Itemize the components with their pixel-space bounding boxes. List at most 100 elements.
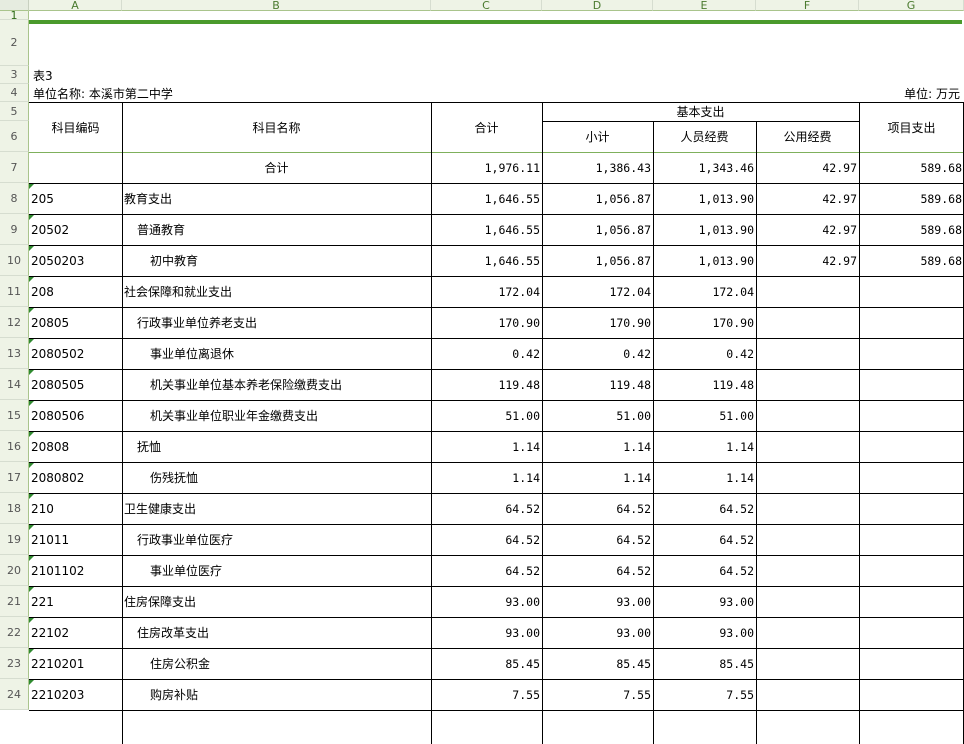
cell-personnel[interactable]: 93.00 <box>653 586 756 617</box>
cell-public[interactable] <box>756 617 859 648</box>
cell-name[interactable]: 事业单位离退休 <box>122 338 431 369</box>
cell-name[interactable]: 抚恤 <box>122 431 431 462</box>
cell-project[interactable] <box>859 338 964 369</box>
cell-total[interactable]: 93.00 <box>431 617 542 648</box>
cell-project[interactable] <box>859 555 964 586</box>
cell-personnel[interactable]: 1.14 <box>653 431 756 462</box>
cell-project[interactable] <box>859 586 964 617</box>
cell-name[interactable]: 事业单位医疗 <box>122 555 431 586</box>
cell-total[interactable]: 7.55 <box>431 679 542 710</box>
row-header-24[interactable]: 24 <box>0 679 29 710</box>
row-header-14[interactable]: 14 <box>0 369 29 400</box>
cell-total[interactable]: 1.14 <box>431 431 542 462</box>
cell-personnel[interactable]: 64.52 <box>653 555 756 586</box>
cell-subtotal[interactable]: 1.14 <box>542 462 653 493</box>
cell-subtotal[interactable]: 64.52 <box>542 524 653 555</box>
cell-name[interactable]: 卫生健康支出 <box>122 493 431 524</box>
cell-project[interactable]: 589.68 <box>859 183 964 214</box>
cell-personnel[interactable]: 1.14 <box>653 462 756 493</box>
row-header-3[interactable]: 3 <box>0 66 29 84</box>
row-header-4[interactable]: 4 <box>0 84 29 102</box>
cell-personnel[interactable]: 1,013.90 <box>653 214 756 245</box>
cell-personnel[interactable]: 1,343.46 <box>653 152 756 183</box>
row-header-12[interactable]: 12 <box>0 307 29 338</box>
cell-project[interactable] <box>859 648 964 679</box>
cell-personnel[interactable]: 172.04 <box>653 276 756 307</box>
cell-personnel[interactable]: 170.90 <box>653 307 756 338</box>
cell-public[interactable]: 42.97 <box>756 245 859 276</box>
cell-subtotal[interactable]: 93.00 <box>542 617 653 648</box>
cell-subtotal[interactable]: 1,056.87 <box>542 245 653 276</box>
cell-total[interactable]: 85.45 <box>431 648 542 679</box>
sheet-title[interactable]: 支出预算总表 <box>29 20 962 24</box>
cell-project[interactable] <box>859 307 964 338</box>
cell-total[interactable]: 170.90 <box>431 307 542 338</box>
cell-code[interactable]: 21011 <box>29 524 122 555</box>
cell-subtotal[interactable]: 85.45 <box>542 648 653 679</box>
cell-subtotal[interactable]: 64.52 <box>542 493 653 524</box>
cell-public[interactable] <box>756 586 859 617</box>
cell-public[interactable] <box>756 462 859 493</box>
cell-personnel[interactable]: 51.00 <box>653 400 756 431</box>
cell-project[interactable]: 589.68 <box>859 152 964 183</box>
cell-name[interactable]: 初中教育 <box>122 245 431 276</box>
cell-subtotal[interactable]: 170.90 <box>542 307 653 338</box>
cell-total[interactable]: 1.14 <box>431 462 542 493</box>
row-header-6[interactable]: 6 <box>0 121 29 152</box>
cell-subtotal[interactable]: 7.55 <box>542 679 653 710</box>
cell-total[interactable]: 172.04 <box>431 276 542 307</box>
cell-personnel[interactable]: 1,013.90 <box>653 183 756 214</box>
cell-name[interactable]: 住房改革支出 <box>122 617 431 648</box>
cell-public[interactable] <box>756 679 859 710</box>
cell-subtotal[interactable]: 172.04 <box>542 276 653 307</box>
cell-public[interactable] <box>756 648 859 679</box>
cell-code[interactable]: 2210201 <box>29 648 122 679</box>
cell-public[interactable]: 42.97 <box>756 183 859 214</box>
cell-personnel[interactable]: 93.00 <box>653 617 756 648</box>
cell-total[interactable]: 1,646.55 <box>431 183 542 214</box>
column-header-g[interactable]: G <box>859 0 964 11</box>
column-header-e[interactable]: E <box>653 0 756 11</box>
row-header-19[interactable]: 19 <box>0 524 29 555</box>
cell-total[interactable]: 0.42 <box>431 338 542 369</box>
row-header-1[interactable]: 1 <box>0 9 29 22</box>
cell-project[interactable] <box>859 400 964 431</box>
cell-subtotal[interactable]: 119.48 <box>542 369 653 400</box>
cell-personnel[interactable]: 7.55 <box>653 679 756 710</box>
row-header-2[interactable]: 2 <box>0 20 29 66</box>
cell-total[interactable]: 64.52 <box>431 555 542 586</box>
cell-name[interactable]: 伤残抚恤 <box>122 462 431 493</box>
cell-public[interactable] <box>756 369 859 400</box>
row-header-22[interactable]: 22 <box>0 617 29 648</box>
cell-public[interactable] <box>756 524 859 555</box>
column-header-c[interactable]: C <box>431 0 542 11</box>
column-header-f[interactable]: F <box>756 0 859 11</box>
cell-name[interactable]: 机关事业单位基本养老保险缴费支出 <box>122 369 431 400</box>
cell-subtotal[interactable]: 1,056.87 <box>542 183 653 214</box>
cell-code[interactable]: 22102 <box>29 617 122 648</box>
cell-code[interactable]: 205 <box>29 183 122 214</box>
cell-code[interactable]: 20805 <box>29 307 122 338</box>
cell-public[interactable] <box>756 307 859 338</box>
cell-subtotal[interactable]: 0.42 <box>542 338 653 369</box>
cell-project[interactable] <box>859 524 964 555</box>
cell-code[interactable]: 20808 <box>29 431 122 462</box>
cell-name[interactable]: 住房公积金 <box>122 648 431 679</box>
cell-name[interactable]: 住房保障支出 <box>122 586 431 617</box>
cell-name[interactable]: 社会保障和就业支出 <box>122 276 431 307</box>
cell-project[interactable]: 589.68 <box>859 214 964 245</box>
cell-public[interactable] <box>756 400 859 431</box>
cell-total[interactable]: 51.00 <box>431 400 542 431</box>
cell-code[interactable]: 2210203 <box>29 679 122 710</box>
cell-total[interactable]: 1,976.11 <box>431 152 542 183</box>
row-header-18[interactable]: 18 <box>0 493 29 524</box>
cell-code[interactable]: 20502 <box>29 214 122 245</box>
cell-code[interactable]: 210 <box>29 493 122 524</box>
cell-project[interactable] <box>859 617 964 648</box>
cell-subtotal[interactable]: 1,386.43 <box>542 152 653 183</box>
row-header-20[interactable]: 20 <box>0 555 29 586</box>
cell-personnel[interactable]: 64.52 <box>653 524 756 555</box>
cell-public[interactable]: 42.97 <box>756 214 859 245</box>
cell-public[interactable] <box>756 493 859 524</box>
row-header-9[interactable]: 9 <box>0 214 29 245</box>
